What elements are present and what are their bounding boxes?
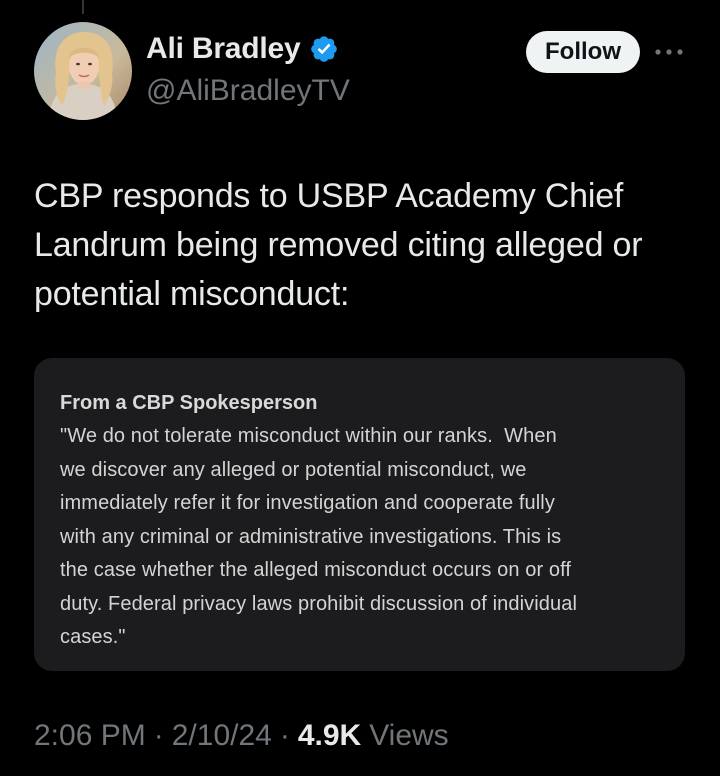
verified-badge-icon: [309, 34, 339, 64]
attached-statement-card[interactable]: From a CBP Spokesperson "We do not toler…: [34, 358, 685, 671]
tweet-meta: 2:06 PM · 2/10/24 · 4.9K Views: [34, 718, 449, 754]
meta-separator: ·: [279, 719, 290, 752]
author-name-row[interactable]: Ali Bradley: [146, 31, 339, 67]
thread-connector-line: [82, 0, 84, 14]
tweet-time[interactable]: 2:06 PM: [34, 718, 146, 754]
tweet-text: CBP responds to USBP Academy Chief Landr…: [34, 177, 643, 313]
statement-title: From a CBP Spokesperson: [60, 392, 318, 414]
profile-photo-icon: [34, 22, 132, 120]
avatar[interactable]: [34, 22, 132, 120]
views-label: Views: [369, 719, 449, 752]
author-display-name[interactable]: Ali Bradley: [146, 31, 301, 67]
follow-button[interactable]: Follow: [526, 31, 640, 73]
views-count: 4.9K: [297, 719, 362, 752]
statement-body: "We do not tolerate misconduct within ou…: [60, 425, 577, 648]
meta-separator: ·: [153, 719, 164, 752]
author-handle[interactable]: @AliBradleyTV: [146, 73, 350, 109]
more-horizontal-icon[interactable]: [652, 42, 686, 62]
tweet-date[interactable]: 2/10/24: [172, 718, 272, 754]
